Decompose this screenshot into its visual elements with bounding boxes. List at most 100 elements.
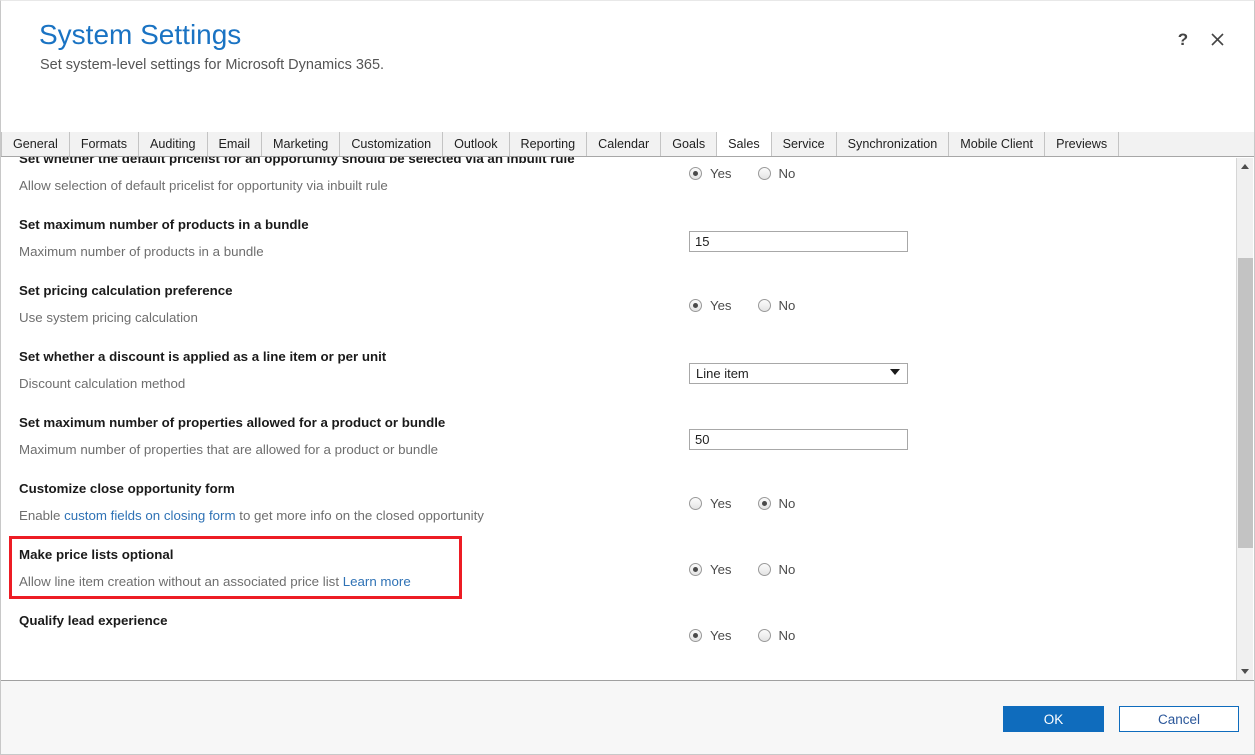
help-icon[interactable]: ? <box>1170 27 1196 53</box>
radio-button-icon[interactable] <box>757 629 771 642</box>
tab-customization[interactable]: Customization <box>340 132 444 156</box>
setting-description-text: Discount calculation method <box>19 376 186 391</box>
radio-button-icon[interactable] <box>757 167 771 180</box>
tab-previews[interactable]: Previews <box>1045 132 1120 156</box>
setting-description: Allow selection of default pricelist for… <box>19 168 1231 206</box>
radio-yes[interactable]: Yes <box>689 562 732 577</box>
setting-control: Line item <box>689 363 989 384</box>
cancel-button[interactable]: Cancel <box>1119 706 1239 732</box>
tab-formats[interactable]: Formats <box>69 132 139 156</box>
number-input[interactable] <box>689 231 908 252</box>
radio-button-icon[interactable] <box>689 299 702 312</box>
setting-description-text: Enable <box>19 508 65 523</box>
settings-tab-strip[interactable]: General Formats Auditing Email Marketing Cust… <box>1 132 1254 157</box>
tab-general[interactable]: General <box>1 132 70 156</box>
setting-description: Discount calculation method <box>19 366 1231 404</box>
radio-yes[interactable]: Yes <box>689 496 732 511</box>
radio-label: Yes <box>710 628 732 643</box>
radio-group[interactable]: Yes No <box>689 166 989 181</box>
setting-description <box>19 630 1231 668</box>
tab-marketing[interactable]: Marketing <box>262 132 341 156</box>
vertical-scrollbar[interactable] <box>1236 158 1253 680</box>
setting-title: Set whether the default pricelist for an… <box>19 157 575 166</box>
radio-button-icon[interactable] <box>689 167 702 180</box>
setting-control <box>689 231 989 252</box>
setting-control: Yes No <box>689 496 989 511</box>
setting-description-text: Allow selection of default pricelist for… <box>19 178 388 193</box>
radio-yes[interactable]: Yes <box>689 298 732 313</box>
radio-group[interactable]: Yes No <box>689 496 989 511</box>
tab-auditing[interactable]: Auditing <box>139 132 208 156</box>
radio-group[interactable]: Yes No <box>689 562 989 577</box>
setting-row: Set whether a discount is applied as a l… <box>1 338 1231 404</box>
radio-no[interactable]: No <box>757 628 796 643</box>
setting-description-link[interactable]: custom fields on closing form <box>64 508 235 523</box>
setting-row: Set maximum number of products in a bund… <box>1 206 1231 272</box>
setting-row: Customize close opportunity form Enable c… <box>1 470 1231 536</box>
radio-label: Yes <box>710 298 732 313</box>
radio-button-icon[interactable] <box>689 563 702 576</box>
scroll-up-icon[interactable] <box>1237 158 1253 175</box>
tab-email[interactable]: Email <box>207 132 263 156</box>
tab-mobile-client[interactable]: Mobile Client <box>949 132 1046 156</box>
page-title: System Settings <box>39 19 242 50</box>
setting-description-link[interactable]: Learn more <box>343 574 411 589</box>
scroll-down-icon[interactable] <box>1237 663 1253 680</box>
tab-goals[interactable]: Goals <box>661 132 718 156</box>
chevron-down-icon[interactable] <box>890 369 900 375</box>
setting-title: Qualify lead experience <box>19 613 168 628</box>
dropdown-select[interactable]: Line item <box>689 363 908 384</box>
settings-list: Set whether the default pricelist for an… <box>1 157 1231 668</box>
tab-synchronization[interactable]: Synchronization <box>836 132 950 156</box>
radio-group[interactable]: Yes No <box>689 628 989 643</box>
setting-description-text: Allow line item creation without an asso… <box>19 574 343 589</box>
setting-row: Set maximum number of properties allowed… <box>1 404 1231 470</box>
setting-control <box>689 429 989 450</box>
radio-label: No <box>778 628 796 643</box>
system-settings-dialog: System Settings Set system-level setting… <box>0 0 1255 755</box>
setting-title: Set maximum number of properties allowed… <box>19 415 446 430</box>
radio-group[interactable]: Yes No <box>689 298 989 313</box>
tab-calendar[interactable]: Calendar <box>587 132 662 156</box>
setting-description: Enable custom fields on closing form to … <box>19 498 1231 536</box>
tab-reporting[interactable]: Reporting <box>509 132 588 156</box>
ok-button[interactable]: OK <box>1003 706 1104 732</box>
tab-sales[interactable]: Sales <box>717 132 772 156</box>
radio-button-icon[interactable] <box>757 497 771 510</box>
radio-button-icon[interactable] <box>757 563 771 576</box>
close-icon[interactable] <box>1204 27 1230 53</box>
setting-control: Yes No <box>689 298 989 313</box>
radio-no[interactable]: No <box>757 496 795 511</box>
radio-button-icon[interactable] <box>757 299 771 312</box>
scrollbar-thumb[interactable] <box>1238 258 1253 548</box>
setting-title: Customize close opportunity form <box>19 481 235 496</box>
dropdown-selected-value: Line item <box>696 366 749 381</box>
radio-yes[interactable]: Yes <box>689 166 732 181</box>
setting-description-text-tail: to get more info on the closed opportuni… <box>235 508 484 523</box>
setting-row: Set pricing calculation preference Use sy… <box>1 272 1231 338</box>
number-input[interactable] <box>689 429 908 450</box>
setting-description: Use system pricing calculation <box>19 300 1231 338</box>
dialog-footer: OK Cancel <box>1 681 1254 754</box>
setting-row: Qualify lead experience Yes No <box>1 602 1231 668</box>
setting-title: Make price lists optional <box>19 547 174 562</box>
setting-description-text: Maximum number of properties that are al… <box>19 442 439 457</box>
setting-description-text: Maximum number of products in a bundle <box>19 244 264 259</box>
radio-label: Yes <box>710 166 732 181</box>
setting-row: Set whether the default pricelist for an… <box>1 157 1231 206</box>
tab-outlook[interactable]: Outlook <box>443 132 510 156</box>
tab-service[interactable]: Service <box>771 132 837 156</box>
radio-button-icon[interactable] <box>689 497 702 510</box>
radio-no[interactable]: No <box>757 166 795 181</box>
radio-label: Yes <box>710 562 732 577</box>
radio-yes[interactable]: Yes <box>689 628 732 643</box>
radio-no[interactable]: No <box>757 298 796 313</box>
setting-description: Maximum number of properties that are al… <box>19 432 1231 470</box>
radio-label: No <box>778 298 796 313</box>
setting-title: Set whether a discount is applied as a l… <box>19 349 387 364</box>
setting-title: Set maximum number of products in a bund… <box>19 217 309 232</box>
radio-no[interactable]: No <box>757 562 796 577</box>
setting-title: Set pricing calculation preference <box>19 283 233 298</box>
radio-label: No <box>778 562 796 577</box>
radio-button-icon[interactable] <box>689 629 702 642</box>
